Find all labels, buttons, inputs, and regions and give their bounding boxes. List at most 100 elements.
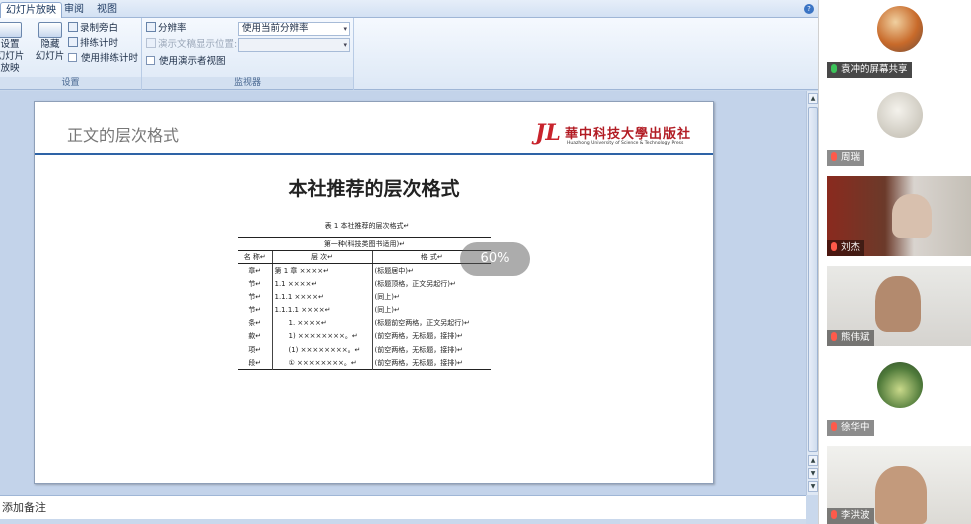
participant-name: 徐华中 <box>841 422 870 433</box>
microphone-icon <box>68 22 78 32</box>
scroll-up-icon[interactable]: ▲ <box>808 93 818 104</box>
cell-level: (1) ××××××××。↵ <box>272 343 373 357</box>
participant-tile[interactable]: 周瑞 <box>827 86 971 166</box>
tab-review[interactable]: 审阅 <box>59 2 89 18</box>
vertical-scrollbar[interactable]: ▲ ▲ ▼ ▼ <box>806 91 818 495</box>
meeting-participants-panel: 袁冲的屏幕共享 周瑞 刘杰 熊伟斌 徐华中 李洪波 <box>818 0 971 524</box>
table-row: 节↵ 1.1 ××××↵ (标题顶格，正文另起行)↵ <box>238 277 491 291</box>
chevron-down-icon: ▾ <box>343 41 347 49</box>
help-icon[interactable]: ? <box>804 4 814 14</box>
cell-format: (标题前空两格，正文另起行)↵ <box>374 319 470 328</box>
scroll-down-icon[interactable]: ▼ <box>808 481 818 492</box>
participant-tile[interactable]: 袁冲的屏幕共享 <box>827 0 971 78</box>
mic-muted-icon <box>831 152 837 161</box>
cell-format: (标题顶格，正文另起行)↵ <box>374 279 456 288</box>
participant-tile[interactable]: 刘杰 <box>827 176 971 256</box>
show-on-label: 演示文稿显示位置: <box>158 39 238 50</box>
participant-name-bar: 李洪波 <box>827 508 874 524</box>
cell-name: 节↵ <box>238 277 273 291</box>
participant-name: 李洪波 <box>841 510 870 521</box>
mic-muted-icon <box>831 422 837 431</box>
resolution-label: 分辨率 <box>158 23 187 34</box>
rehearse-timings-label: 排练计时 <box>80 38 119 49</box>
cell-format: (前空两格，无标题，接排)↵ <box>374 332 463 341</box>
use-rehearsed-timings-checkbox[interactable]: 使用排练计时 <box>68 52 138 66</box>
monitors-group: 分辨率 使用当前分辨率 ▾ 演示文稿显示位置: ▾ 使用演示者视图 监视器 <box>142 18 354 90</box>
cell-level: ① ××××××××。↵ <box>272 356 373 370</box>
table-row: 项↵ (1) ××××××××。↵ (前空两格，无标题，接排)↵ <box>238 343 491 357</box>
tab-slide-show[interactable]: 幻灯片放映 <box>0 2 62 18</box>
setup-slide-show-button[interactable]: 设置 幻灯片放映 <box>0 22 28 75</box>
participant-name-bar: 刘杰 <box>827 240 865 256</box>
hierarchy-table: 第一种(科技类图书适用)↵ 名 称↵ 层 次↵ 格 式↵ 章↵ 第 1 章 ×××… <box>238 236 491 370</box>
logo-chinese-name: 華中科技大學出版社 <box>565 127 692 142</box>
mic-muted-icon <box>831 242 837 251</box>
cell-name: 条↵ <box>238 316 273 330</box>
checkbox-box <box>68 53 77 62</box>
zoom-level-badge: 60% <box>460 242 530 276</box>
next-slide-icon[interactable]: ▼ <box>808 468 818 479</box>
ribbon-tabs: 幻灯片放映 审阅 视图 ? <box>0 0 818 18</box>
resolution-label-item: 分辨率 <box>146 22 187 36</box>
notes-placeholder: 添加备注 <box>2 501 46 514</box>
setup-group-label: 设置 <box>0 77 141 89</box>
use-rehearsed-timings-label: 使用排练计时 <box>81 53 139 64</box>
participant-name-bar: 徐华中 <box>827 420 874 436</box>
chevron-down-icon: ▾ <box>343 25 347 33</box>
cell-level: 1. ××××↵ <box>272 316 373 330</box>
cell-format: (同上)↵ <box>374 292 400 301</box>
hide-slide-label: 隐藏 幻灯片 <box>35 39 65 62</box>
hide-slide-button[interactable]: 隐藏 幻灯片 <box>32 22 68 63</box>
rehearse-timings-button[interactable]: 排练计时 <box>68 37 118 51</box>
participant-tile[interactable]: 李洪波 <box>827 446 971 524</box>
publisher-logo: JL 華中科技大學出版社 Huazhong University of Scie… <box>535 120 690 150</box>
screen-share-icon <box>831 64 837 73</box>
participant-tile[interactable]: 徐华中 <box>827 356 971 436</box>
avatar <box>877 362 923 408</box>
participant-name-bar: 周瑞 <box>827 150 865 166</box>
participant-name-bar: 袁冲的屏幕共享 <box>827 62 912 78</box>
horizontal-scrollbar[interactable] <box>620 519 806 524</box>
cell-format: (前空两格，无标题，接排)↵ <box>374 358 463 367</box>
scrollbar-thumb[interactable] <box>808 107 818 452</box>
ribbon: 设置 幻灯片放映 隐藏 幻灯片 录制旁白 排练计时 使用排练计时 设置 分辨率 … <box>0 18 818 90</box>
hide-slide-icon <box>38 22 62 38</box>
table-row: 章↵ 第 1 章 ××××↵ (标题居中)↵ <box>238 263 491 278</box>
video-feed <box>892 194 932 238</box>
table-row: 节↵ 1.1.1.1 ××××↵ (同上)↵ <box>238 303 491 317</box>
checkbox-box <box>146 56 155 65</box>
header-name: 名 称↵ <box>238 250 273 265</box>
cell-format: (前空两格，无标题，接排)↵ <box>374 345 463 354</box>
tab-view[interactable]: 视图 <box>92 2 122 18</box>
cell-level: 1.1 ××××↵ <box>272 277 373 291</box>
cell-name: 款↵ <box>238 329 273 343</box>
avatar <box>877 6 923 52</box>
previous-slide-icon[interactable]: ▲ <box>808 455 818 466</box>
slide-canvas[interactable]: 正文的层次格式 JL 華中科技大學出版社 Huazhong University… <box>34 101 714 484</box>
mic-muted-icon <box>831 332 837 341</box>
table-row: 款↵ 1) ××××××××。↵ (前空两格，无标题，接排)↵ <box>238 329 491 343</box>
participant-name: 刘杰 <box>841 242 861 253</box>
participant-name: 袁冲的屏幕共享 <box>841 64 908 75</box>
table-row: 节↵ 1.1.1 ××××↵ (同上)↵ <box>238 290 491 304</box>
table-header-row: 名 称↵ 层 次↵ 格 式↵ <box>238 250 491 265</box>
monitor-disabled-icon <box>146 38 156 48</box>
table-span-row: 第一种(科技类图书适用)↵ <box>238 236 491 252</box>
record-narration-button[interactable]: 录制旁白 <box>68 22 118 36</box>
presenter-view-label: 使用演示者视图 <box>159 56 226 67</box>
monitors-group-label: 监视器 <box>142 77 353 89</box>
cell-name: 章↵ <box>238 263 273 278</box>
cell-level: 1) ××××××××。↵ <box>272 329 373 343</box>
powerpoint-window: 幻灯片放映 审阅 视图 ? 设置 幻灯片放映 隐藏 幻灯片 录制旁白 排练计时 … <box>0 0 818 524</box>
slide-pane: 正文的层次格式 JL 華中科技大學出版社 Huazhong University… <box>0 91 806 495</box>
video-feed <box>875 466 927 524</box>
cell-name: 项↵ <box>238 343 273 357</box>
participant-tile[interactable]: 熊伟斌 <box>827 266 971 346</box>
notes-pane[interactable]: 添加备注 <box>0 495 806 519</box>
resolution-select[interactable]: 使用当前分辨率 ▾ <box>238 22 350 36</box>
show-on-select[interactable]: ▾ <box>238 38 350 52</box>
slide-header-title: 正文的层次格式 <box>67 126 180 145</box>
presenter-view-checkbox[interactable]: 使用演示者视图 <box>146 55 226 69</box>
cell-level: 1.1.1.1 ××××↵ <box>272 303 373 317</box>
embedded-document[interactable]: 表 1 本社推荐的层次格式↵ 第一种(科技类图书适用)↵ 名 称↵ 层 次↵ 格… <box>235 215 499 375</box>
